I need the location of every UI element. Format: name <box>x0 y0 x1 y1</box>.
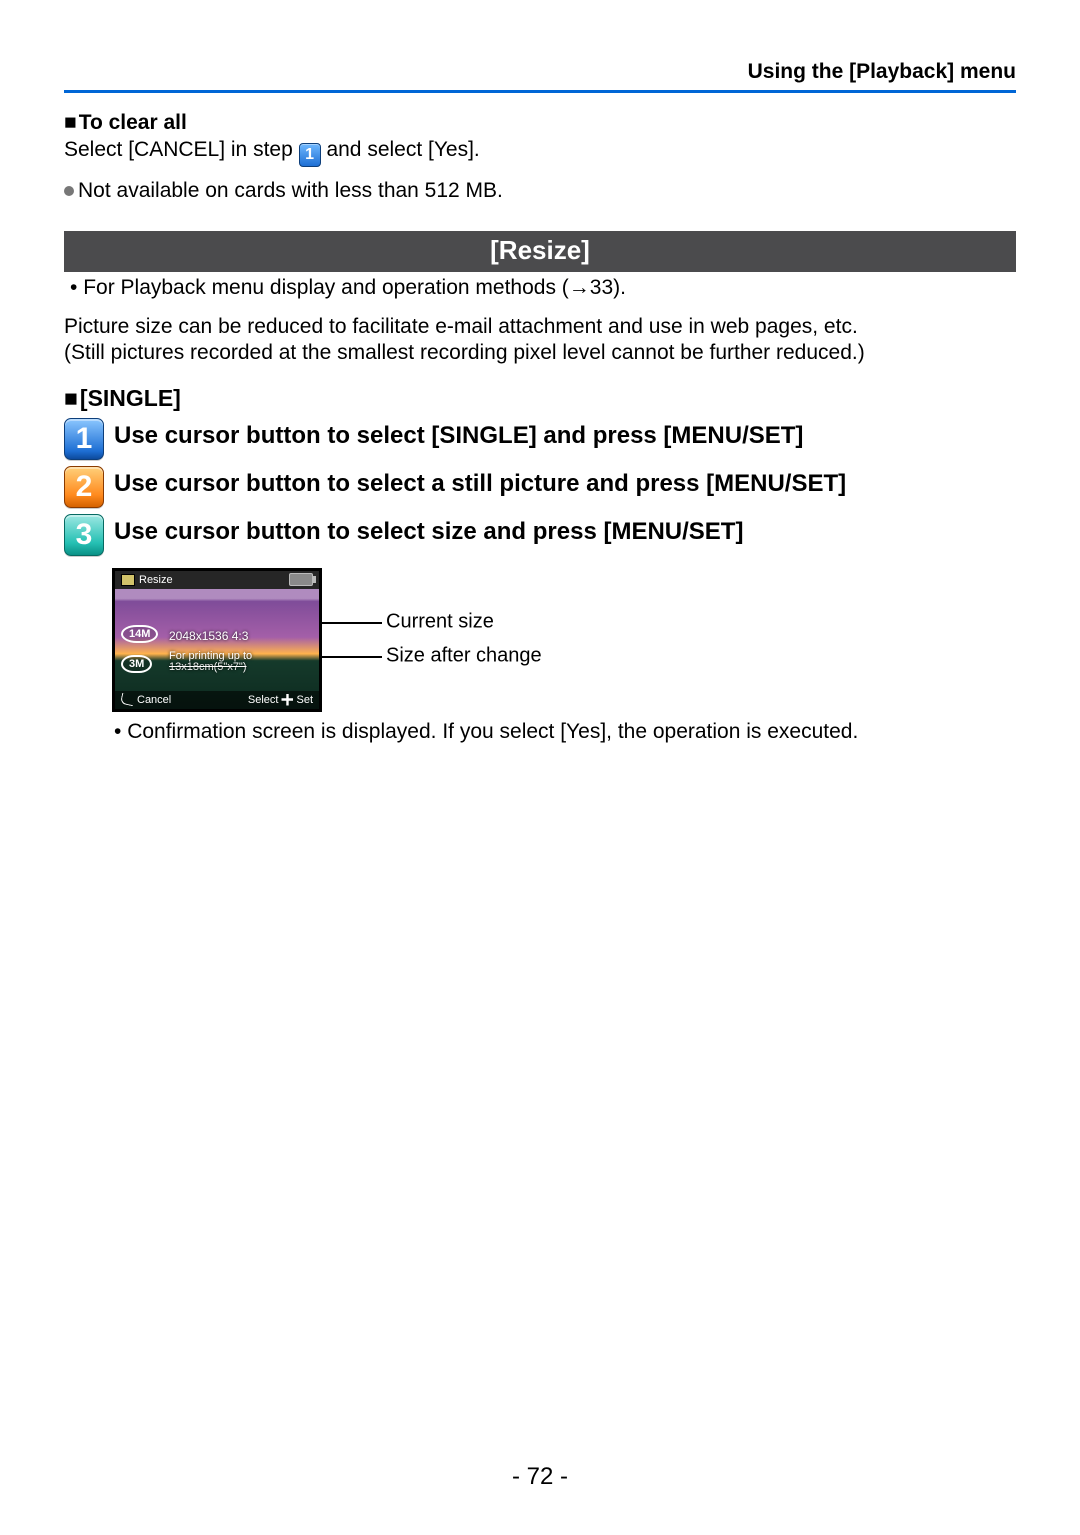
clear-text-before: Select [CANCEL] in step <box>64 138 299 161</box>
battery-icon <box>289 573 313 586</box>
lcd-select-label: Select <box>248 694 279 706</box>
clear-all-note: Not available on cards with less than 51… <box>64 179 1016 203</box>
size-14m-badge: 14M <box>121 625 158 643</box>
page-number: - 72 - <box>0 1463 1080 1491</box>
resize-mode-icon <box>121 574 135 586</box>
step-1-text: Use cursor button to select [SINGLE] and… <box>114 418 803 450</box>
lcd-top-bar: Resize <box>115 571 319 589</box>
section-header-resize: [Resize] <box>64 231 1016 272</box>
step-3-marker: 3 <box>64 514 104 556</box>
mode-single-heading: ■[SINGLE] <box>64 385 1016 412</box>
callouts: Current size Size after change <box>322 566 1016 706</box>
camera-lcd: Resize 14M 3M 2048x1536 4:3 For printing… <box>112 568 322 712</box>
callout-size-after: Size after change <box>386 644 542 667</box>
confirmation-note: • Confirmation screen is displayed. If y… <box>114 720 1016 744</box>
step-2-text: Use cursor button to select a still pict… <box>114 466 846 498</box>
clear-all-block: ■To clear all Select [CANCEL] in step 1 … <box>64 111 1016 203</box>
header-divider <box>64 90 1016 93</box>
step-3: 3 Use cursor button to select size and p… <box>64 514 1016 556</box>
clear-all-title: ■To clear all <box>64 111 187 134</box>
print-size-text: For printing up to 13x18cm(5"x7") <box>169 651 252 674</box>
manual-page: Using the [Playback] menu ■To clear all … <box>0 0 1080 1535</box>
dot-icon <box>64 186 74 196</box>
step-ref-1-icon: 1 <box>299 143 321 167</box>
dpad-icon <box>281 694 293 706</box>
clear-all-text: Select [CANCEL] in step 1 and select [Ye… <box>64 137 1016 167</box>
clear-text-after: and select [Yes]. <box>321 138 480 161</box>
step-1-marker: 1 <box>64 418 104 460</box>
lcd-set-label: Set <box>296 694 313 706</box>
resize-description: Picture size can be reduced to facilitat… <box>64 314 1016 367</box>
callout-line-1 <box>322 622 382 624</box>
lcd-bottom-bar: Cancel Select Set <box>115 691 319 709</box>
step-3-text: Use cursor button to select size and pre… <box>114 514 743 546</box>
lcd-cancel-label: Cancel <box>137 694 171 706</box>
resolution-text: 2048x1536 4:3 <box>169 629 248 643</box>
breadcrumb: Using the [Playback] menu <box>64 60 1016 84</box>
callout-line-2 <box>322 656 382 658</box>
playback-xref: • For Playback menu display and operatio… <box>70 276 1016 300</box>
step-2: 2 Use cursor button to select a still pi… <box>64 466 1016 508</box>
callout-current-size: Current size <box>386 610 494 633</box>
lcd-illustration: Resize 14M 3M 2048x1536 4:3 For printing… <box>112 568 322 712</box>
step-2-marker: 2 <box>64 466 104 508</box>
back-arrow-icon <box>120 693 135 706</box>
size-3m-badge: 3M <box>121 655 152 673</box>
step-1: 1 Use cursor button to select [SINGLE] a… <box>64 418 1016 460</box>
lcd-title: Resize <box>139 574 173 586</box>
